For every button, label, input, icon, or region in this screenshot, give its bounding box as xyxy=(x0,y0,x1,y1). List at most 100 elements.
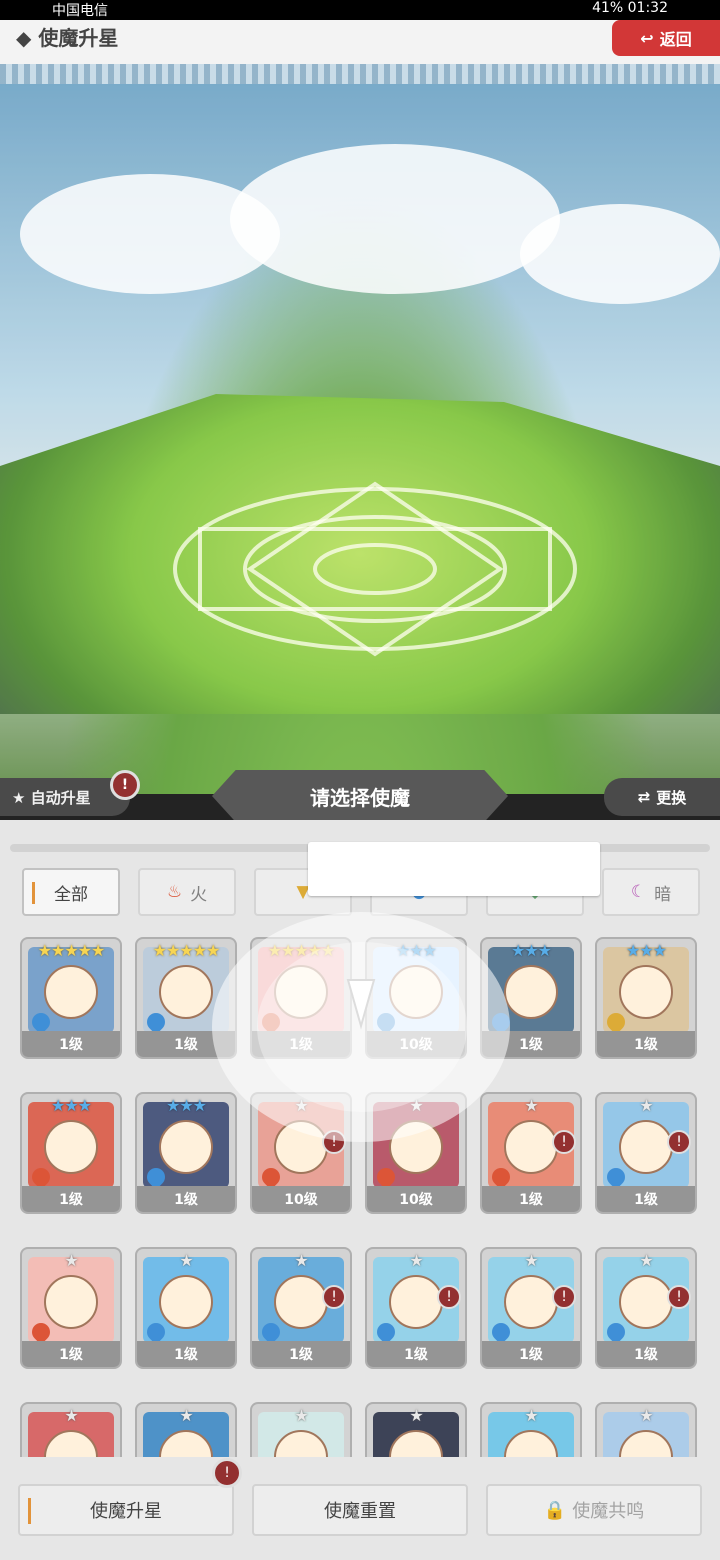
familiar-face xyxy=(389,1275,443,1329)
familiar-card[interactable]: ★! 1级 xyxy=(595,1247,697,1369)
star-rating: ★★★★★ xyxy=(152,941,221,960)
alert-badge-icon: ! xyxy=(552,1130,576,1154)
star-rating: ★ xyxy=(179,1251,193,1270)
tab-fire[interactable]: ♨ 火 xyxy=(138,868,236,916)
action-strip: ★ 自动升星 ! 请选择使魔 ⇄ 更换 xyxy=(0,770,720,822)
level-label: 1级 xyxy=(367,1341,465,1367)
familiar-card[interactable]: ★ xyxy=(250,1402,352,1457)
status-bar: 中国电信 41% 01:32 xyxy=(0,0,720,20)
familiar-upgrade-button[interactable]: 使魔升星 ! xyxy=(18,1458,242,1536)
star-rating: ★ xyxy=(524,1096,538,1115)
familiar-upgrade-label: 使魔升星 xyxy=(90,1501,162,1522)
magic-circle-icon xyxy=(173,481,577,657)
star-rating: ★ xyxy=(639,1251,653,1270)
star-rating: ★ xyxy=(409,1251,423,1270)
cloud xyxy=(20,174,280,294)
familiar-card[interactable]: ★ xyxy=(595,1402,697,1457)
star-rating: ★★★ xyxy=(50,1096,92,1115)
lock-icon: 🔒 xyxy=(543,1499,567,1521)
star-rating: ★ xyxy=(639,1096,653,1115)
familiar-resonance-label: 使魔共鸣 xyxy=(572,1501,645,1522)
cloud xyxy=(520,204,720,304)
familiar-card[interactable]: ★ 1级 xyxy=(20,1247,122,1369)
level-label: 1级 xyxy=(482,1186,580,1212)
familiar-card[interactable]: ★★★ 1级 xyxy=(135,1092,237,1214)
familiar-reset-button[interactable]: 使魔重置 xyxy=(252,1484,468,1536)
star-rating: ★★★ xyxy=(625,941,667,960)
dark-icon: ☾ xyxy=(630,882,647,902)
familiar-face xyxy=(619,1275,673,1329)
star-rating: ★ xyxy=(639,1406,653,1425)
alert-badge-icon: ! xyxy=(667,1130,691,1154)
familiar-face xyxy=(619,1120,673,1174)
star-rating: ★ xyxy=(294,1251,308,1270)
familiar-card[interactable]: ★★★ 1级 xyxy=(20,1092,122,1214)
level-label: 1级 xyxy=(22,1031,120,1057)
familiar-card[interactable]: ★★★★★ 1级 xyxy=(20,937,122,1059)
level-label: 10级 xyxy=(252,1186,350,1212)
stage-border xyxy=(0,64,720,84)
level-label: 1级 xyxy=(137,1341,235,1367)
swap-arrows-icon: ⇄ xyxy=(637,788,651,806)
familiar-face xyxy=(504,965,558,1019)
star-rating: ★ xyxy=(64,1251,78,1270)
familiar-card[interactable]: ★ 1级 xyxy=(135,1247,237,1369)
familiar-card[interactable]: ★★★ 1级 xyxy=(595,937,697,1059)
page-title: ◆ 使魔升星 xyxy=(16,26,119,50)
tutorial-spotlight[interactable] xyxy=(212,912,510,1142)
familiar-card[interactable]: ★ xyxy=(20,1402,122,1457)
level-label: 1级 xyxy=(482,1341,580,1367)
star-rating: ★ xyxy=(524,1406,538,1425)
level-label: 10级 xyxy=(367,1186,465,1212)
familiar-resonance-button[interactable]: 🔒 使魔共鸣 xyxy=(486,1484,702,1536)
familiar-face xyxy=(159,965,213,1019)
swap-label: 更换 xyxy=(656,788,687,807)
familiar-reset-label: 使魔重置 xyxy=(324,1501,396,1522)
alert-badge-icon: ! xyxy=(437,1285,461,1309)
star-rating: ★ xyxy=(179,1406,193,1425)
carrier-label: 中国电信 xyxy=(52,3,108,19)
level-label: 1级 xyxy=(22,1186,120,1212)
level-label: 1级 xyxy=(137,1186,235,1212)
auto-upgrade-button[interactable]: ★ 自动升星 ! xyxy=(0,770,140,816)
star-rating: ★★★ xyxy=(510,941,552,960)
alert-badge-icon: ! xyxy=(552,1285,576,1309)
cloud xyxy=(230,144,560,294)
status-right: 41% 01:32 xyxy=(592,0,668,16)
select-familiar-banner: 请选择使魔 xyxy=(212,770,508,822)
header: ◆ 使魔升星 ↩ 返回 xyxy=(0,20,720,64)
blank-tooltip-box xyxy=(308,842,600,896)
familiar-face xyxy=(44,1120,98,1174)
familiar-card[interactable]: ★ xyxy=(365,1402,467,1457)
tap-pointer-icon xyxy=(346,979,376,1030)
level-label: 1级 xyxy=(22,1341,120,1367)
tab-dark-label: 暗 xyxy=(654,884,672,905)
familiar-face xyxy=(44,965,98,1019)
familiar-face xyxy=(274,1275,328,1329)
familiar-card[interactable]: ★ xyxy=(480,1402,582,1457)
fire-icon: ♨ xyxy=(166,882,183,902)
alert-badge-icon: ! xyxy=(110,770,140,800)
familiar-face xyxy=(619,965,673,1019)
summon-stage xyxy=(0,64,720,794)
familiar-card[interactable]: ★! 1级 xyxy=(365,1247,467,1369)
back-button[interactable]: ↩ 返回 xyxy=(612,20,720,56)
star-rating: ★ xyxy=(524,1251,538,1270)
familiar-card[interactable]: ★! 1级 xyxy=(480,1247,582,1369)
swap-button[interactable]: ⇄ 更换 xyxy=(604,778,720,816)
level-label: 1级 xyxy=(252,1341,350,1367)
star-rating: ★ xyxy=(64,1406,78,1425)
familiar-face xyxy=(159,1120,213,1174)
familiar-face xyxy=(44,1275,98,1329)
tab-all[interactable]: 全部 xyxy=(22,868,120,916)
back-label: 返回 xyxy=(659,30,692,49)
alert-badge-icon: ! xyxy=(322,1285,346,1309)
familiar-face xyxy=(159,1275,213,1329)
level-label: 1级 xyxy=(597,1031,695,1057)
familiar-card[interactable]: ★! 1级 xyxy=(250,1247,352,1369)
tab-dark[interactable]: ☾ 暗 xyxy=(602,868,700,916)
familiar-card[interactable]: ★ xyxy=(135,1402,237,1457)
familiar-card[interactable]: ★! 1级 xyxy=(595,1092,697,1214)
level-label: 1级 xyxy=(597,1186,695,1212)
familiar-card[interactable]: ★! 1级 xyxy=(480,1092,582,1214)
